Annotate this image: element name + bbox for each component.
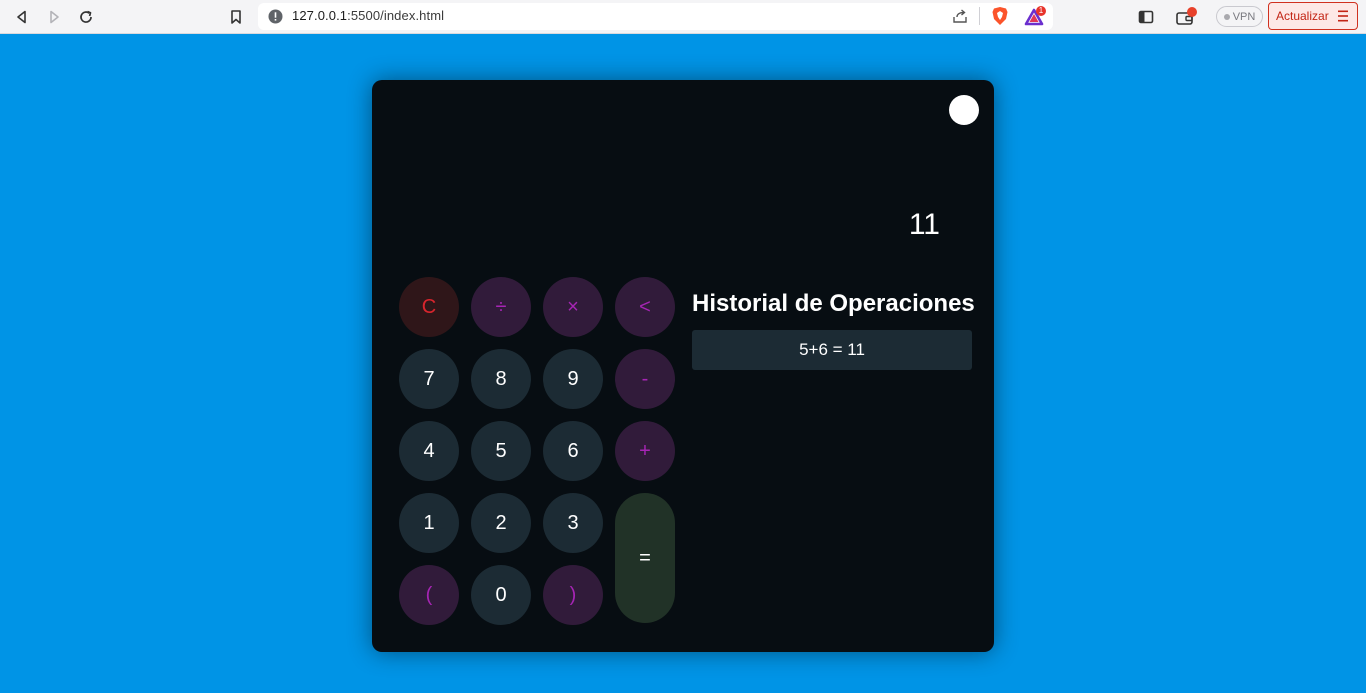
divide-button[interactable]: ÷ xyxy=(471,277,531,337)
digit-8-button[interactable]: 8 xyxy=(471,349,531,409)
sidebar-icon[interactable] xyxy=(1134,5,1158,29)
site-info-icon[interactable] xyxy=(268,9,283,29)
open-paren-button[interactable]: ( xyxy=(399,565,459,625)
url-host: 127.0.0.1 xyxy=(292,8,348,23)
calculator-display: 11 xyxy=(908,208,940,241)
url-divider xyxy=(979,7,980,25)
update-label: Actualizar xyxy=(1276,9,1329,23)
bookmark-icon[interactable] xyxy=(224,5,248,29)
history-panel: Historial de Operaciones 5+6 = 11 xyxy=(692,290,977,370)
clear-button[interactable]: C xyxy=(399,277,459,337)
minus-button[interactable]: - xyxy=(615,349,675,409)
calculator: 11 C ÷ × < 7 8 9 - 4 5 6 + 1 2 3 = ( 0 )… xyxy=(372,80,994,652)
history-item[interactable]: 5+6 = 11 xyxy=(692,330,972,370)
back-icon[interactable] xyxy=(10,5,34,29)
digit-6-button[interactable]: 6 xyxy=(543,421,603,481)
update-button[interactable]: Actualizar xyxy=(1268,2,1358,30)
url-path: :5500/index.html xyxy=(347,8,445,23)
reload-icon[interactable] xyxy=(74,5,98,29)
digit-5-button[interactable]: 5 xyxy=(471,421,531,481)
digit-9-button[interactable]: 9 xyxy=(543,349,603,409)
vpn-button[interactable]: VPN xyxy=(1216,6,1263,27)
brave-shields-icon[interactable] xyxy=(991,6,1009,31)
rewards-badge-count: 1 xyxy=(1038,6,1044,15)
digit-2-button[interactable]: 2 xyxy=(471,493,531,553)
plus-button[interactable]: + xyxy=(615,421,675,481)
address-bar[interactable]: 127.0.0.1:5500/index.html 1 xyxy=(258,3,1053,30)
wallet-icon[interactable] xyxy=(1174,5,1198,29)
menu-icon[interactable] xyxy=(1337,9,1349,26)
brave-rewards-icon[interactable]: 1 xyxy=(1024,6,1048,33)
url-text: 127.0.0.1:5500/index.html xyxy=(292,8,444,23)
digit-7-button[interactable]: 7 xyxy=(399,349,459,409)
vpn-status-dot xyxy=(1223,13,1230,20)
theme-toggle-button[interactable] xyxy=(949,95,979,125)
digit-1-button[interactable]: 1 xyxy=(399,493,459,553)
digit-4-button[interactable]: 4 xyxy=(399,421,459,481)
backspace-button[interactable]: < xyxy=(615,277,675,337)
history-title: Historial de Operaciones xyxy=(692,290,975,317)
digit-0-button[interactable]: 0 xyxy=(471,565,531,625)
vpn-label: VPN xyxy=(1232,10,1256,23)
equals-button[interactable]: = xyxy=(615,493,675,623)
digit-3-button[interactable]: 3 xyxy=(543,493,603,553)
close-paren-button[interactable]: ) xyxy=(543,565,603,625)
forward-icon[interactable] xyxy=(42,5,66,29)
browser-toolbar: 127.0.0.1:5500/index.html 1 VPN Actualiz… xyxy=(0,0,1366,34)
share-icon[interactable] xyxy=(952,8,968,29)
keypad: C ÷ × < 7 8 9 - 4 5 6 + 1 2 3 = ( 0 ) xyxy=(399,277,675,625)
multiply-button[interactable]: × xyxy=(543,277,603,337)
